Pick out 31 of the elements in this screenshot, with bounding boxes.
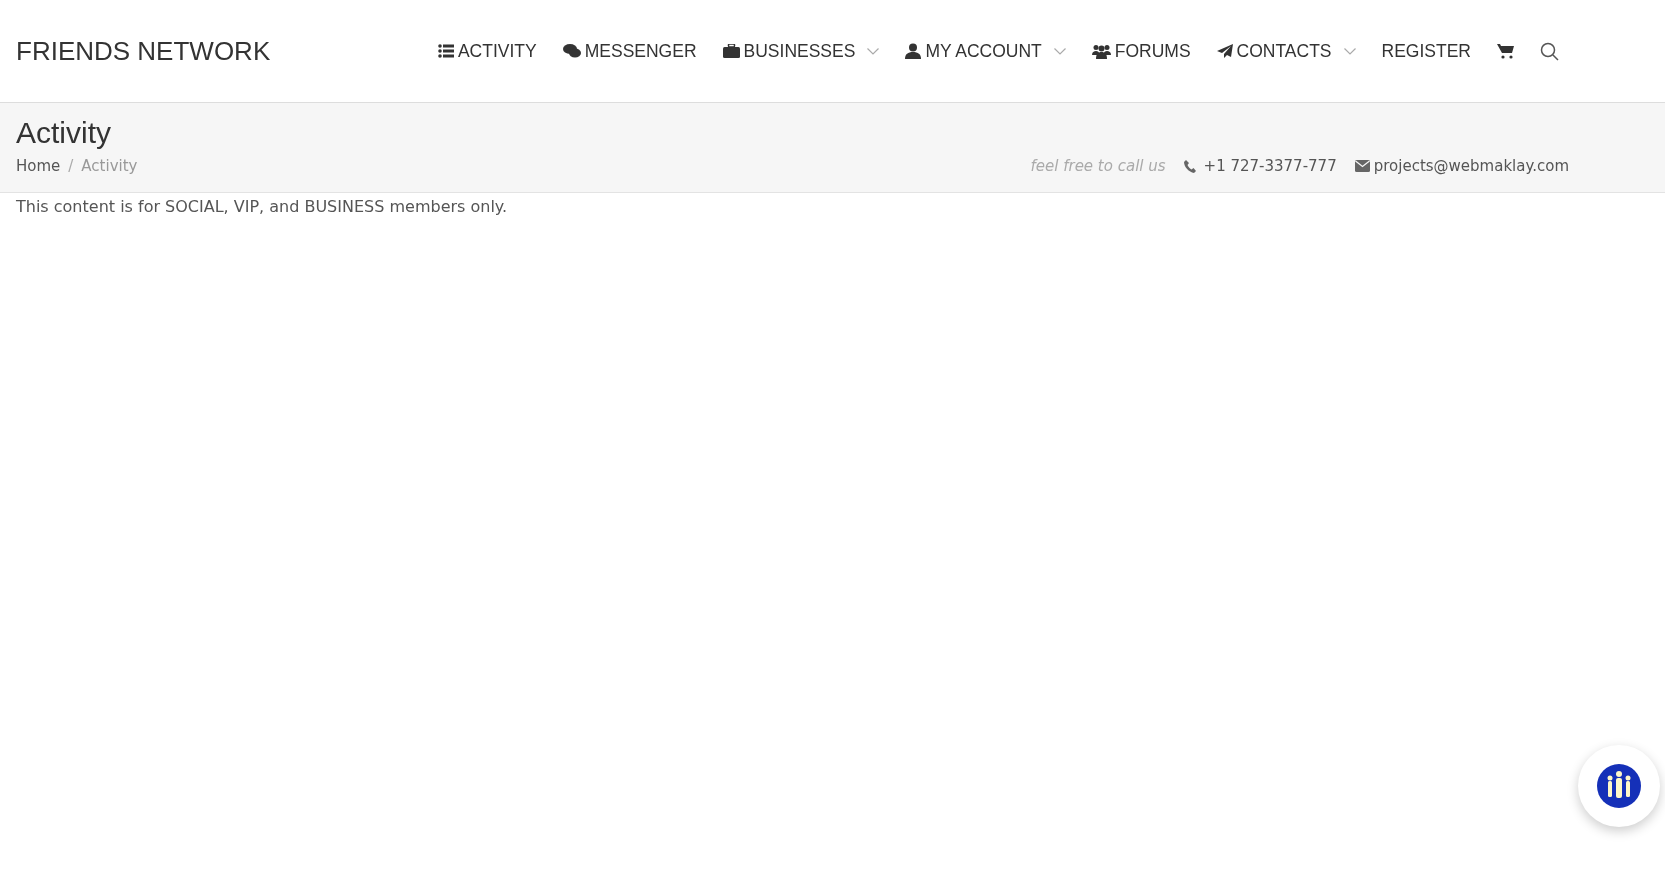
breadcrumb-current: Activity [81, 156, 138, 177]
nav-link[interactable]: MY ACCOUNT [905, 37, 1066, 65]
nav-link[interactable]: MESSENGER [562, 37, 697, 65]
phone-number: +1 727-3377-777 [1203, 156, 1337, 177]
cart-icon[interactable] [1497, 43, 1514, 59]
nav-link[interactable]: BUSINESSES [722, 37, 880, 65]
page-title: Activity [16, 115, 112, 151]
search-icon[interactable] [1540, 41, 1559, 61]
caret-icon [1343, 47, 1356, 55]
nav-link[interactable]: FORUMS [1091, 37, 1191, 65]
caret-icon [1053, 47, 1066, 55]
briefcase-icon [722, 44, 740, 58]
nav-link[interactable]: CONTACTS [1216, 37, 1356, 65]
contact-tagline: feel free to call us [1030, 156, 1166, 177]
chat-icon [562, 44, 581, 58]
accessibility-button[interactable] [1578, 745, 1660, 827]
list-icon [437, 44, 454, 58]
site-logo[interactable]: FRIENDS NETWORK [16, 31, 271, 71]
nav-link[interactable]: REGISTER [1381, 37, 1471, 65]
nav-link[interactable]: ACTIVITY [437, 37, 537, 65]
members-only-notice: This content is for SOCIAL, VIP, and BUSINESS members only. [15, 195, 509, 218]
breadcrumb-separator: / [68, 156, 74, 177]
breadcrumb-link[interactable]: Home [16, 155, 61, 178]
user-icon [905, 43, 922, 59]
users-icon [1091, 43, 1111, 59]
phone-icon [1183, 159, 1196, 173]
email-link[interactable]: projects@webmaklay.com [1373, 155, 1569, 178]
caret-icon [867, 47, 880, 55]
envelope-icon [1354, 160, 1370, 173]
people-icon [1597, 764, 1641, 808]
plane-icon [1216, 44, 1233, 58]
